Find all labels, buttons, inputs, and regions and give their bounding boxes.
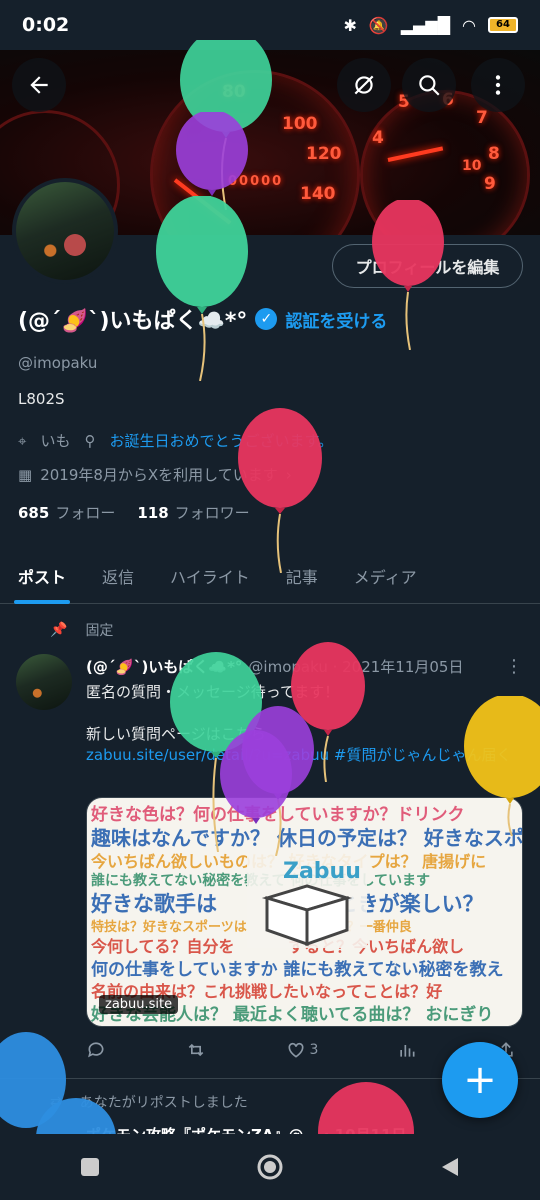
- tab-highlights[interactable]: ハイライト: [152, 548, 268, 604]
- status-time: 0:02: [22, 14, 70, 36]
- tab-posts[interactable]: ポスト: [0, 548, 84, 604]
- compose-post-button[interactable]: +: [442, 1042, 518, 1118]
- display-name: (@ˊ🍠ˋ)いもぱく☁️*°: [18, 309, 248, 334]
- followers-label: フォロワー: [174, 504, 250, 522]
- repost-button[interactable]: [185, 1040, 207, 1060]
- status-icons: ✱ 🔕 ▂▄▆█ ◠ 64: [343, 16, 518, 35]
- repost-small-icon: ⇄: [50, 1094, 62, 1110]
- triangle-back-icon: [442, 1158, 458, 1176]
- location-icon: ⌖: [18, 431, 27, 450]
- following-label: フォロー: [55, 504, 116, 522]
- pin-icon: 📌: [50, 622, 68, 638]
- like-button[interactable]: 3: [286, 1040, 319, 1060]
- post-header: (@ˊ🍠ˋ)いもぱく☁️*° @imopaku · 2021年11月05日: [86, 656, 463, 677]
- repost-label: あなたがリポストしました: [79, 1095, 248, 1111]
- post-line: 新しい質問ページはこちら: [86, 725, 266, 743]
- profile-meta: ⌖ いも ⚲ お誕生日おめでとうございます。: [18, 430, 333, 451]
- link-card[interactable]: 好きな色は？何の仕事をしていますか？ドリンク 趣味はなんですか？ 休日の予定は？…: [86, 797, 523, 1027]
- tab-replies[interactable]: 返信: [84, 548, 152, 604]
- calendar-icon: ▦: [18, 465, 33, 484]
- post-author-name[interactable]: (@ˊ🍠ˋ)いもぱく☁️*°: [86, 656, 242, 677]
- profile-location: いも: [40, 432, 71, 450]
- gauge-number: 7: [476, 108, 488, 128]
- analytics-icon: [400, 1045, 415, 1057]
- edit-profile-button[interactable]: プロフィールを編集: [332, 244, 523, 288]
- joined-row: ▦ 2019年8月からXを利用しています ›: [18, 464, 292, 485]
- profile-handle: @imopaku: [18, 354, 98, 372]
- post-line: 匿名の質問・メッセージ待ってます！: [86, 683, 340, 701]
- gauge-number: 140: [300, 184, 336, 204]
- more-vertical-icon: [495, 75, 501, 95]
- post-link[interactable]: zabuu.site/user/detail/?u=zabuu #質問がじゃんじ…: [86, 745, 516, 766]
- arrow-left-icon: [30, 76, 48, 94]
- card-text: 何の仕事をしていますか 誰にも教えてない秘密を教え: [91, 960, 504, 980]
- circle-home-icon: [257, 1154, 283, 1180]
- card-domain: zabuu.site: [99, 995, 179, 1014]
- back-button[interactable]: [12, 58, 66, 112]
- following-link[interactable]: 685 フォロー: [18, 502, 115, 523]
- search-icon: [419, 75, 440, 96]
- reply-button[interactable]: [86, 1040, 106, 1060]
- square-icon: [81, 1158, 99, 1176]
- signal-icon: ▂▄▆█: [400, 15, 451, 35]
- link-icon: ⚲: [84, 431, 96, 450]
- gauge-number: 100: [282, 114, 318, 134]
- gauge-number: 120: [306, 144, 342, 164]
- mute-icon: 🔕: [368, 15, 389, 35]
- more-button[interactable]: [471, 58, 525, 112]
- zabuu-logo-text: Zabuu: [283, 859, 361, 884]
- heart-icon: [288, 1042, 304, 1058]
- zabuu-logo-icon: Zabuu: [247, 848, 367, 948]
- plus-icon: +: [463, 1057, 497, 1103]
- pinned-label: 固定: [85, 623, 114, 639]
- profile-website[interactable]: お誕生日おめでとうございます。: [109, 430, 333, 451]
- profile-tabs: ポスト 返信 ハイライト 記事 メディア: [0, 548, 540, 604]
- wifi-icon: ◠: [462, 15, 476, 35]
- reply-icon: [88, 1042, 104, 1058]
- chevron-right-icon: ›: [285, 465, 292, 484]
- profile-bio: L802S: [18, 390, 65, 408]
- post-avatar[interactable]: [16, 654, 72, 710]
- gauge-number: 10: [462, 158, 482, 174]
- gauge-number: 8: [488, 144, 500, 164]
- search-button[interactable]: [402, 58, 456, 112]
- recents-button[interactable]: [70, 1147, 110, 1187]
- battery-icon: 64: [488, 17, 518, 33]
- status-bar: 0:02 ✱ 🔕 ▂▄▆█ ◠ 64: [0, 0, 540, 50]
- name-row: (@ˊ🍠ˋ)いもぱく☁️*° ✓ 認証を受ける: [18, 303, 387, 335]
- card-text: 趣味はなんですか？ 休日の予定は？ 好きなスポーツは？: [91, 826, 523, 850]
- pinned-indicator: 📌 固定: [50, 620, 113, 640]
- verified-badge-icon: ✓: [255, 308, 278, 330]
- tab-articles[interactable]: 記事: [268, 548, 336, 604]
- post-body: 匿名の質問・メッセージ待ってます！ 新しい質問ページはこちら zabuu.sit…: [86, 682, 516, 766]
- home-button[interactable]: [250, 1147, 290, 1187]
- get-verified-link[interactable]: 認証を受ける: [285, 307, 387, 332]
- like-count: 3: [309, 1042, 319, 1058]
- balloon-blue: [0, 1032, 66, 1128]
- profile-avatar[interactable]: [12, 178, 118, 284]
- back-nav-button[interactable]: [430, 1147, 470, 1187]
- followers-count: 118: [137, 504, 169, 522]
- views-button[interactable]: [397, 1040, 417, 1060]
- post-more-icon[interactable]: ⋮: [505, 656, 523, 677]
- following-count: 685: [18, 504, 50, 522]
- gauge-number: 80: [222, 82, 246, 102]
- repost-indicator: ⇄ あなたがリポストしました: [50, 1092, 248, 1112]
- followers-link[interactable]: 118 フォロワー: [137, 502, 249, 523]
- grok-icon: [354, 75, 374, 95]
- follow-stats: 685 フォロー 118 フォロワー: [18, 502, 250, 523]
- odometer: 00000: [228, 174, 284, 189]
- gauge-number: 4: [372, 128, 384, 148]
- tab-media[interactable]: メディア: [336, 548, 435, 604]
- tachometer: [360, 90, 530, 235]
- repost-icon: [188, 1043, 204, 1057]
- system-nav-bar: [0, 1134, 540, 1200]
- bluetooth-icon: ✱: [343, 15, 357, 35]
- joined-date: 2019年8月からXを利用しています: [40, 466, 278, 484]
- post-meta: @imopaku · 2021年11月05日: [248, 658, 464, 676]
- grok-button[interactable]: [337, 58, 391, 112]
- gauge-number: 9: [484, 174, 496, 194]
